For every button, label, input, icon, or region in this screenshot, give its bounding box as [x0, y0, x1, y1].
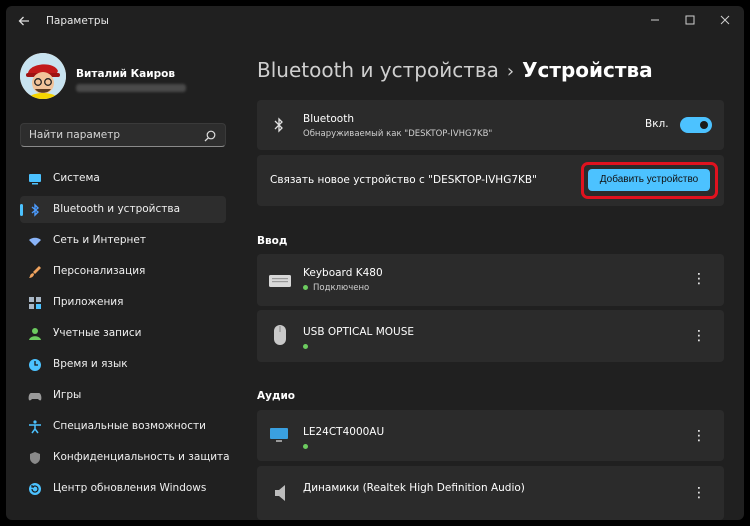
device-name: Keyboard K480 — [303, 267, 383, 279]
pair-device-card: Связать новое устройство с "DESKTOP-IVHG… — [257, 155, 724, 206]
settings-window: Параметры Виталий Каиров Найти параметр — [6, 6, 744, 520]
sidebar-item-accessibility[interactable]: Специальные возможности — [20, 413, 226, 440]
brush-icon — [28, 264, 42, 278]
device-status — [303, 442, 313, 452]
sidebar-item-label: Время и язык — [53, 358, 128, 370]
device-name: USB OPTICAL MOUSE — [303, 326, 415, 338]
bluetooth-card: Bluetooth Обнаруживаемый как "DESKTOP-IV… — [257, 100, 724, 150]
sidebar-item-label: Персонализация — [53, 265, 146, 277]
sidebar-item-personalization[interactable]: Персонализация — [20, 258, 226, 285]
breadcrumb: Bluetooth и устройства › Устройства — [257, 58, 653, 82]
apps-icon — [28, 295, 42, 309]
sidebar-item-label: Bluetooth и устройства — [53, 203, 180, 215]
device-status — [303, 342, 313, 352]
close-icon[interactable] — [710, 12, 740, 32]
wifi-icon — [28, 233, 42, 247]
person-icon — [28, 326, 42, 340]
bluetooth-icon — [273, 117, 285, 137]
sidebar-item-label: Центр обновления Windows — [53, 482, 207, 494]
page-title: Устройства — [522, 58, 653, 82]
sidebar-item-bluetooth[interactable]: Bluetooth и устройства — [20, 196, 226, 223]
title-bar: Параметры — [6, 6, 744, 38]
bluetooth-icon — [28, 202, 42, 217]
device-name: LE24CT4000AU — [303, 426, 385, 438]
gamepad-icon — [28, 388, 42, 402]
breadcrumb-parent[interactable]: Bluetooth и устройства — [257, 58, 499, 82]
sidebar-item-privacy[interactable]: Конфиденциальность и защита — [20, 444, 230, 471]
toggle-knob — [700, 121, 708, 129]
pair-device-text: Связать новое устройство с "DESKTOP-IVHG… — [270, 174, 537, 186]
bluetooth-toggle[interactable] — [680, 117, 712, 133]
sidebar-item-network[interactable]: Сеть и Интернет — [20, 227, 226, 254]
more-options-icon[interactable]: ⋮ — [692, 329, 706, 343]
bluetooth-title: Bluetooth — [303, 113, 354, 125]
sidebar-nav: Система Bluetooth и устройства Сеть и Ин… — [20, 165, 230, 506]
back-arrow-icon[interactable] — [16, 14, 32, 30]
user-name: Виталий Каиров — [76, 68, 175, 80]
device-row-speakers[interactable]: Динамики (Realtek High Definition Audio)… — [257, 466, 724, 520]
sidebar-item-label: Приложения — [53, 296, 124, 308]
connected-dot-icon — [303, 444, 308, 449]
sidebar-item-windows-update[interactable]: Центр обновления Windows — [20, 475, 226, 502]
window-title: Параметры — [46, 15, 109, 27]
more-options-icon[interactable]: ⋮ — [692, 429, 706, 443]
sidebar-item-label: Система — [53, 172, 100, 184]
monitor-icon — [270, 428, 288, 448]
sidebar-item-label: Игры — [53, 389, 82, 401]
device-status: Подключено — [303, 283, 369, 293]
bluetooth-toggle-label: Вкл. — [645, 118, 669, 130]
section-input: Ввод — [257, 235, 288, 247]
globe-clock-icon — [28, 357, 42, 371]
speaker-icon — [273, 484, 287, 506]
search-placeholder: Найти параметр — [29, 129, 120, 141]
monitor-icon — [28, 171, 42, 185]
device-row-keyboard[interactable]: Keyboard K480 Подключено ⋮ — [257, 254, 724, 306]
keyboard-icon — [269, 272, 291, 291]
section-audio: Аудио — [257, 390, 296, 402]
sidebar-item-accounts[interactable]: Учетные записи — [20, 320, 226, 347]
user-email-blurred — [76, 84, 186, 92]
device-row-monitor[interactable]: LE24CT4000AU ⋮ — [257, 410, 724, 461]
more-options-icon[interactable]: ⋮ — [692, 272, 706, 286]
sidebar-item-label: Учетные записи — [53, 327, 142, 339]
sidebar-item-system[interactable]: Система — [20, 165, 226, 192]
avatar[interactable] — [20, 53, 66, 99]
update-icon — [28, 481, 42, 495]
device-row-mouse[interactable]: USB OPTICAL MOUSE ⋮ — [257, 310, 724, 362]
device-name: Динамики (Realtek High Definition Audio) — [303, 482, 525, 494]
mouse-icon — [274, 325, 286, 349]
connected-dot-icon — [303, 285, 308, 290]
sidebar-item-apps[interactable]: Приложения — [20, 289, 226, 316]
sidebar-item-label: Конфиденциальность и защита — [53, 451, 230, 463]
maximize-icon[interactable] — [675, 12, 705, 32]
more-options-icon[interactable]: ⋮ — [692, 486, 706, 500]
sidebar-item-time-language[interactable]: Время и язык — [20, 351, 226, 378]
accessibility-icon — [28, 419, 42, 434]
search-input[interactable]: Найти параметр — [20, 123, 226, 147]
search-icon[interactable] — [203, 128, 217, 142]
connected-dot-icon — [303, 344, 308, 349]
bluetooth-subtitle: Обнаруживаемый как "DESKTOP-IVHG7KB" — [303, 129, 493, 139]
breadcrumb-separator: › — [506, 61, 515, 82]
sidebar-item-label: Специальные возможности — [53, 420, 206, 432]
add-device-button[interactable]: Добавить устройство — [588, 169, 710, 191]
shield-icon — [28, 450, 42, 464]
sidebar-item-gaming[interactable]: Игры — [20, 382, 226, 409]
minimize-icon[interactable] — [640, 12, 670, 32]
sidebar-item-label: Сеть и Интернет — [53, 234, 146, 246]
